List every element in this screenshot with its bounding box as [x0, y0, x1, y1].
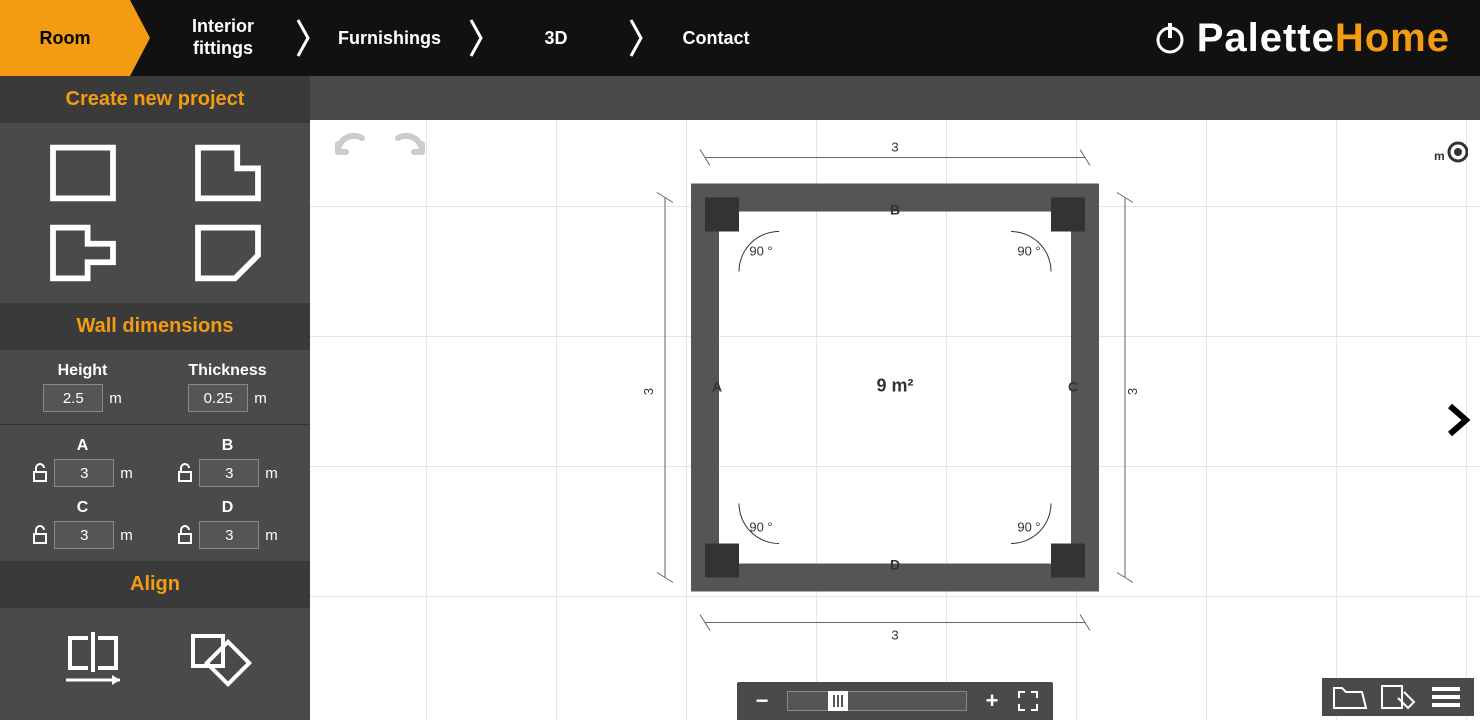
dim-bottom-label: 3: [891, 628, 898, 643]
chevron-right-icon: [621, 18, 651, 58]
nav-label: Furnishings: [338, 28, 441, 49]
align-panel: [0, 608, 310, 718]
nav-label: Room: [40, 28, 91, 49]
corner[interactable]: [1051, 198, 1085, 232]
wall-dimensions-heading: Wall dimensions: [0, 303, 310, 350]
wall-d-field: D m: [177, 499, 278, 549]
unit-label: m: [265, 527, 278, 544]
unlock-icon[interactable]: [32, 525, 48, 545]
wall-b-field: B m: [177, 437, 278, 487]
unlock-icon[interactable]: [32, 463, 48, 483]
nav-step-3d[interactable]: 3D: [491, 0, 621, 76]
chevron-right-icon: [288, 18, 318, 58]
redo-button[interactable]: [390, 128, 430, 168]
zoom-in-button[interactable]: +: [981, 688, 1003, 714]
wall-d-input[interactable]: [199, 521, 259, 549]
next-arrow[interactable]: [1444, 400, 1472, 440]
logo-part1: Palette: [1197, 16, 1335, 60]
template-button[interactable]: [1380, 682, 1416, 712]
nav-label: fittings: [192, 38, 254, 60]
create-project-heading: Create new project: [0, 76, 310, 123]
svg-text:m: m: [1434, 149, 1445, 163]
dim-top-label: 3: [891, 140, 898, 155]
wall-d-label: D: [222, 499, 234, 517]
wall-a-label: A: [77, 437, 89, 455]
wall-a-field: A m: [32, 437, 133, 487]
unit-label: m: [265, 465, 278, 482]
wall-a-input[interactable]: [54, 459, 114, 487]
area-label: 9 m²: [876, 376, 913, 396]
angle-label: 90 °: [749, 520, 772, 535]
logo-part2: Home: [1335, 16, 1450, 60]
thickness-field: Thickness m: [188, 362, 267, 412]
wall-label-d: D: [890, 557, 900, 573]
zoom-handle[interactable]: [828, 691, 848, 711]
top-navbar: Room Interior fittings Furnishings 3D Co…: [0, 0, 1480, 76]
nav-step-furnishings[interactable]: Furnishings: [318, 0, 461, 76]
dim-right-label: 3: [1125, 388, 1140, 395]
wall-label-a: A: [712, 379, 722, 395]
thickness-label: Thickness: [188, 362, 266, 380]
bottom-right-tools: [1322, 678, 1474, 716]
unit-label: m: [120, 465, 133, 482]
unlock-icon[interactable]: [177, 463, 193, 483]
dim-left-label: 3: [641, 388, 656, 395]
nav-step-contact[interactable]: Contact: [651, 0, 781, 76]
nav-label: Contact: [683, 28, 750, 49]
zoom-out-button[interactable]: −: [751, 688, 773, 714]
unit-label: m: [120, 527, 133, 544]
units-toggle[interactable]: m: [1432, 138, 1468, 166]
sidebar: Create new project Wall dimension: [0, 76, 310, 720]
mirror-horizontal-button[interactable]: [58, 628, 128, 688]
fullscreen-button[interactable]: [1017, 690, 1039, 712]
logo: PaletteHome: [1153, 16, 1480, 61]
unit-label: m: [109, 390, 122, 407]
corner[interactable]: [1051, 544, 1085, 578]
undo-button[interactable]: [330, 128, 370, 168]
corner[interactable]: [705, 198, 739, 232]
thickness-input[interactable]: [188, 384, 248, 412]
power-icon: [1153, 21, 1187, 55]
unlock-icon[interactable]: [177, 525, 193, 545]
wall-label-c: C: [1068, 379, 1078, 395]
shape-picker: [0, 123, 310, 303]
open-folder-button[interactable]: [1332, 682, 1368, 712]
wall-c-field: C m: [32, 499, 133, 549]
height-input[interactable]: [43, 384, 103, 412]
chevron-right-icon: [461, 18, 491, 58]
wall-dimensions-panel: Height m Thickness m A: [0, 350, 310, 561]
body-area: Create new project Wall dimension: [0, 76, 1480, 720]
unit-label: m: [254, 390, 267, 407]
wall-b-input[interactable]: [199, 459, 259, 487]
rotate-button[interactable]: [183, 628, 253, 688]
wall-c-label: C: [77, 499, 89, 517]
canvas[interactable]: m 3 3: [310, 76, 1480, 720]
angle-label: 90 °: [749, 244, 772, 259]
nav-step-room[interactable]: Room: [0, 0, 130, 76]
menu-button[interactable]: [1428, 682, 1464, 712]
angle-label: 90 °: [1017, 244, 1040, 259]
nav-step-interior-fittings[interactable]: Interior fittings: [158, 0, 288, 76]
nav-label: Interior: [192, 16, 254, 38]
zoom-bar: − +: [737, 682, 1053, 720]
wall-c-input[interactable]: [54, 521, 114, 549]
shape-cut-corner[interactable]: [193, 223, 263, 283]
logo-text: PaletteHome: [1197, 16, 1450, 61]
nav-label: 3D: [544, 28, 567, 49]
corner[interactable]: [705, 544, 739, 578]
wall-label-b: B: [890, 202, 900, 218]
shape-l-top-right-notch[interactable]: [193, 143, 263, 203]
angle-label: 90 °: [1017, 520, 1040, 535]
shape-t[interactable]: [48, 223, 118, 283]
zoom-slider[interactable]: [787, 691, 967, 711]
wall-b-label: B: [222, 437, 234, 455]
align-heading: Align: [0, 561, 310, 608]
height-label: Height: [58, 362, 108, 380]
shape-square[interactable]: [48, 143, 118, 203]
undo-redo-group: [330, 128, 430, 168]
room-plan: 3 3 3 3: [635, 128, 1155, 653]
height-field: Height m: [43, 362, 122, 412]
